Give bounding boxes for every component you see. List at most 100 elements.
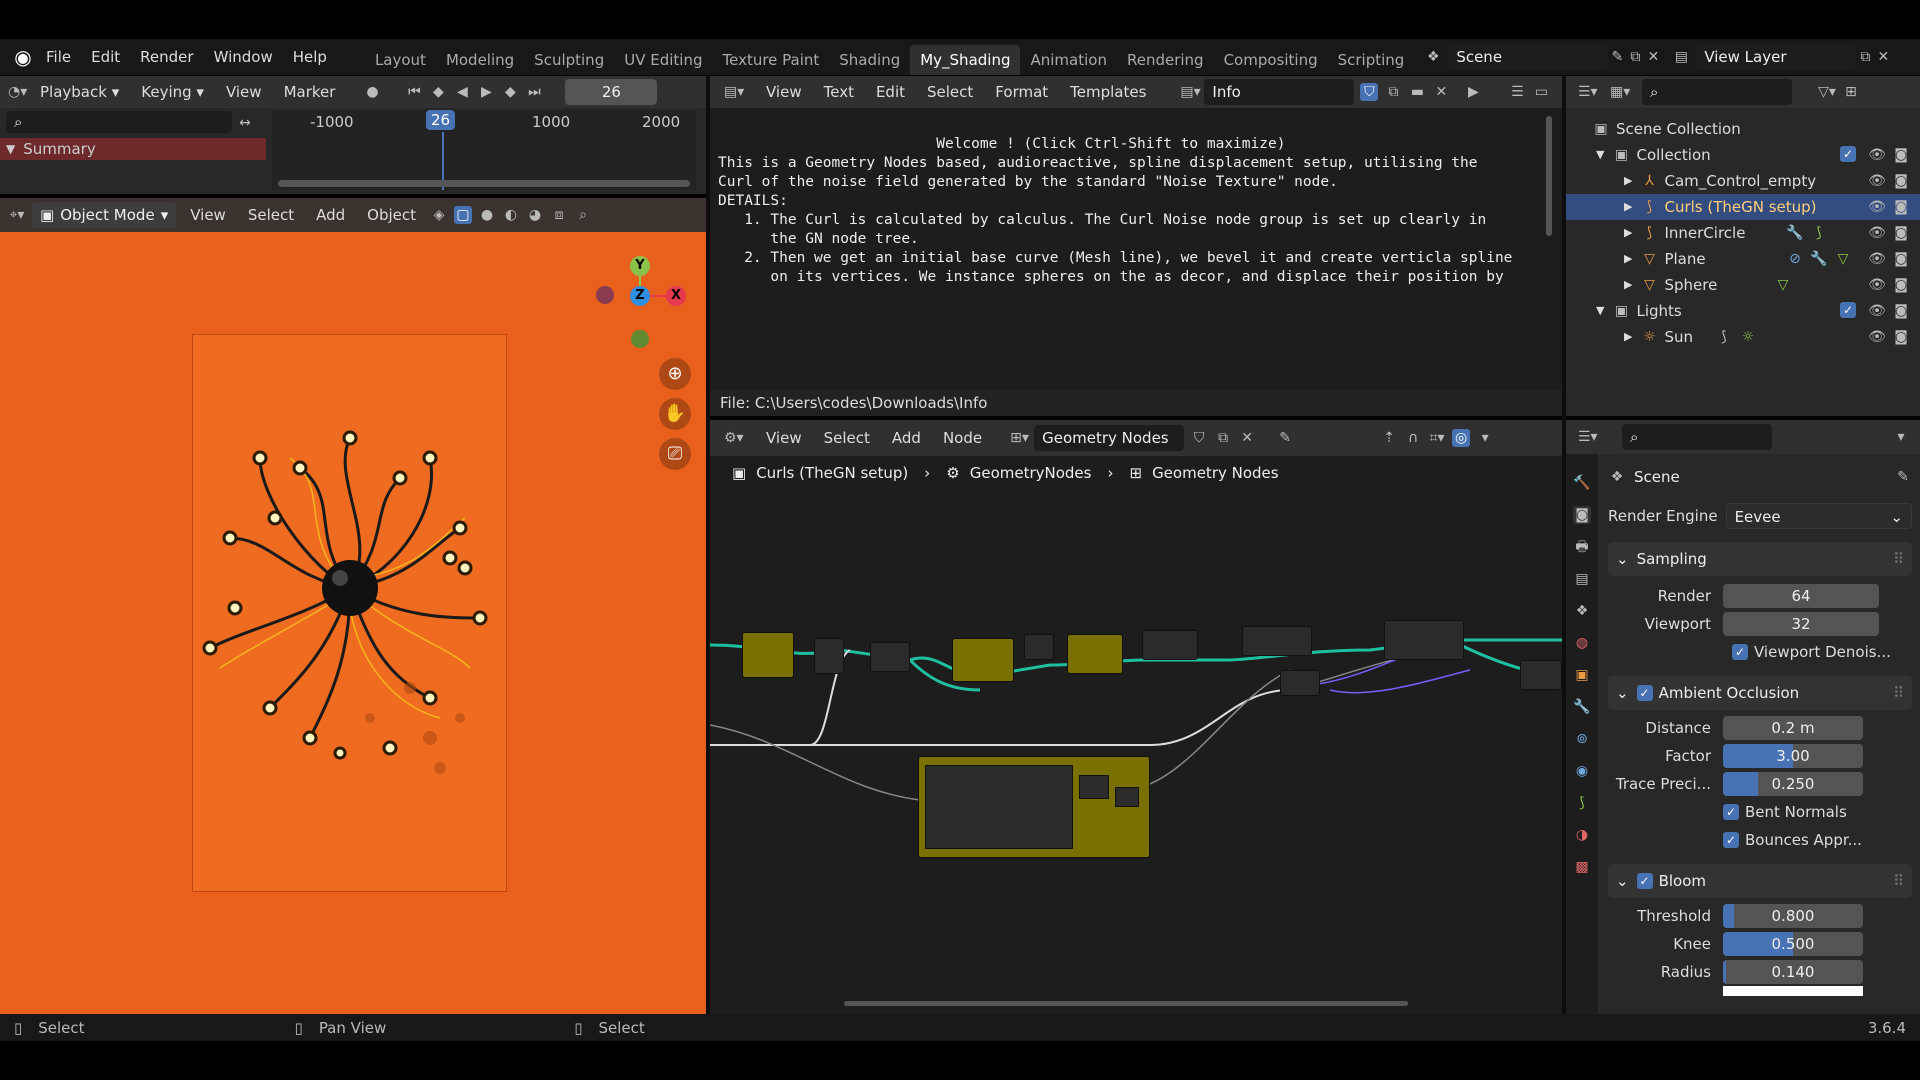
exclude-checkbox[interactable]: ✓ — [1840, 146, 1856, 162]
rendered-shading-icon[interactable]: ◕ — [526, 206, 544, 224]
camera-icon[interactable]: ◙ — [1892, 172, 1910, 190]
menu-format[interactable]: Format — [987, 78, 1056, 106]
expand-icon[interactable]: ▶ — [1624, 324, 1632, 350]
material-tab-icon[interactable]: ◑ — [1573, 826, 1591, 844]
render-tab-icon[interactable]: ◙ — [1573, 506, 1591, 524]
bloom-enable-checkbox[interactable]: ✓ — [1636, 873, 1653, 889]
menu-edit[interactable]: Edit — [868, 78, 913, 106]
expand-icon[interactable]: ▶ — [1624, 194, 1632, 220]
gizmo-z-axis[interactable]: Z — [630, 286, 650, 306]
gizmo-neg-x-axis[interactable] — [596, 286, 614, 304]
tab-layout[interactable]: Layout — [365, 45, 436, 75]
scene-tab-icon[interactable]: ❖ — [1573, 602, 1591, 620]
node[interactable] — [1520, 660, 1562, 690]
play-icon[interactable]: ▶ — [477, 83, 495, 101]
outliner-item-sphere[interactable]: ▶ ▽ Sphere ▽ 👁 ◙ — [1566, 272, 1920, 298]
wireframe-shading-icon[interactable]: ▢ — [454, 206, 473, 224]
overlay-icon[interactable]: ◎ — [1452, 429, 1471, 447]
view-layer-selector[interactable]: View Layer — [1696, 44, 1857, 70]
eye-icon[interactable]: 👁 — [1868, 276, 1886, 294]
overlay-dropdown-icon[interactable]: ▾ — [1476, 429, 1494, 447]
node-tree-name[interactable]: Geometry Nodes — [1034, 425, 1185, 451]
drag-handle-icon[interactable]: ⠿ — [1893, 684, 1904, 702]
node[interactable] — [1280, 670, 1320, 696]
search-icon[interactable]: ⌕ — [574, 206, 592, 224]
frame-label-current[interactable]: 26 — [426, 110, 456, 130]
eye-icon[interactable]: 👁 — [1868, 250, 1886, 268]
tool-tab-icon[interactable]: 🔨 — [1573, 474, 1591, 492]
swap-icon[interactable]: ↔ — [236, 114, 254, 132]
texture-tab-icon[interactable]: ▩ — [1573, 858, 1591, 876]
view-layer-icon[interactable]: ▤ — [1672, 48, 1690, 66]
menu-templates[interactable]: Templates — [1062, 78, 1154, 106]
tab-scripting[interactable]: Scripting — [1328, 45, 1415, 75]
menu-select[interactable]: Select — [919, 78, 981, 106]
menu-add[interactable]: Add — [884, 424, 929, 452]
modifier-tab-icon[interactable]: 🔧 — [1573, 698, 1591, 716]
tab-sculpting[interactable]: Sculpting — [524, 45, 614, 75]
gizmo-neg-y-axis[interactable] — [631, 330, 649, 348]
ao-trace-slider[interactable]: 0.250 — [1723, 772, 1863, 796]
next-keyframe-icon[interactable]: ◆ — [501, 83, 519, 101]
outliner-item-cam-control-empty[interactable]: ▶ ⅄ Cam_Control_empty 👁 ◙ — [1566, 168, 1920, 194]
bounces-row[interactable]: ✓ Bounces Appr... — [1608, 826, 1912, 854]
filter-icon[interactable]: ▽▾ — [1818, 83, 1836, 101]
bloom-threshold-slider[interactable]: 0.800 — [1723, 904, 1863, 928]
scene-icon[interactable]: ❖ — [1424, 48, 1442, 66]
unlink-text-icon[interactable]: ✕ — [1432, 83, 1450, 101]
tab-compositing[interactable]: Compositing — [1214, 45, 1328, 75]
summary-channel[interactable]: ▼ Summary — [0, 138, 266, 160]
tab-modeling[interactable]: Modeling — [436, 45, 524, 75]
editor-type-icon[interactable]: ◔▾ — [8, 83, 27, 101]
jump-end-icon[interactable]: ⏭ — [525, 83, 543, 101]
node-editor-scrollbar[interactable] — [844, 1001, 1408, 1006]
tab-rendering[interactable]: Rendering — [1117, 45, 1214, 75]
jump-start-icon[interactable]: ⏮ — [405, 83, 423, 101]
gizmo-x-axis[interactable]: X — [666, 286, 686, 306]
editor-type-icon[interactable]: ▤▾ — [724, 83, 744, 101]
pan-hand-icon[interactable]: ✋ — [659, 398, 691, 430]
camera-icon[interactable]: ◙ — [1892, 146, 1910, 164]
snap-icon[interactable]: ∩ — [1404, 429, 1422, 447]
solid-shading-icon[interactable]: ● — [478, 206, 496, 224]
bounces-checkbox[interactable]: ✓ — [1723, 832, 1739, 848]
node-frame[interactable] — [1067, 634, 1123, 674]
output-tab-icon[interactable]: 🖶 — [1573, 538, 1591, 556]
object-tab-icon[interactable]: ▣ — [1573, 666, 1591, 684]
menu-keying[interactable]: Keying ▾ — [133, 78, 212, 106]
node[interactable] — [1242, 626, 1312, 656]
timeline-scrollbar[interactable] — [278, 180, 690, 187]
current-frame-field[interactable]: 26 — [565, 79, 658, 105]
parent-tree-icon[interactable]: ⇡ — [1380, 429, 1398, 447]
node-graph[interactable] — [710, 500, 1562, 1000]
overlay-icon[interactable]: ⧈ — [550, 206, 568, 224]
exclude-checkbox[interactable]: ✓ — [1840, 302, 1856, 318]
outliner-search-input[interactable]: ⌕ — [1642, 79, 1792, 105]
menu-window[interactable]: Window — [204, 39, 283, 75]
duplicate-tree-icon[interactable]: ⧉ — [1214, 429, 1232, 447]
text-browse-icon[interactable]: ▤▾ — [1180, 83, 1200, 101]
drag-handle-icon[interactable]: ⠿ — [1893, 550, 1904, 568]
outliner-item-innercircle[interactable]: ▶ ⟆ InnerCircle 🔧 ⟆ 👁 ◙ — [1566, 220, 1920, 246]
ao-factor-slider[interactable]: 3.00 — [1723, 744, 1863, 768]
text-content[interactable]: Welcome ! (Click Ctrl-Shift to maximize)… — [718, 116, 1548, 386]
drag-handle-icon[interactable]: ⠿ — [1893, 872, 1904, 890]
display-mode-icon[interactable]: ▦▾ — [1610, 83, 1630, 101]
camera-icon[interactable]: ◙ — [1892, 302, 1910, 320]
bloom-color-swatch[interactable] — [1723, 986, 1863, 996]
fake-user-icon[interactable]: ⛉ — [1190, 429, 1208, 447]
mode-selector[interactable]: ▣ Object Mode ▾ — [32, 202, 177, 228]
menu-object[interactable]: Object — [359, 201, 424, 229]
world-tab-icon[interactable]: ◍ — [1573, 634, 1591, 652]
render-samples-field[interactable]: 64 — [1723, 584, 1879, 608]
menu-view[interactable]: View — [758, 424, 810, 452]
record-icon[interactable]: ● — [363, 83, 381, 101]
eye-icon[interactable]: 👁 — [1868, 146, 1886, 164]
expand-icon[interactable]: ▶ — [1624, 220, 1632, 246]
bloom-panel-header[interactable]: ⌄ ✓ Bloom ⠿ — [1608, 864, 1912, 898]
menu-render[interactable]: Render — [130, 39, 203, 75]
menu-edit[interactable]: Edit — [81, 39, 130, 75]
sampling-panel-header[interactable]: ⌄ Sampling ⠿ — [1608, 542, 1912, 576]
node[interactable] — [1024, 634, 1054, 660]
material-shading-icon[interactable]: ◐ — [502, 206, 520, 224]
